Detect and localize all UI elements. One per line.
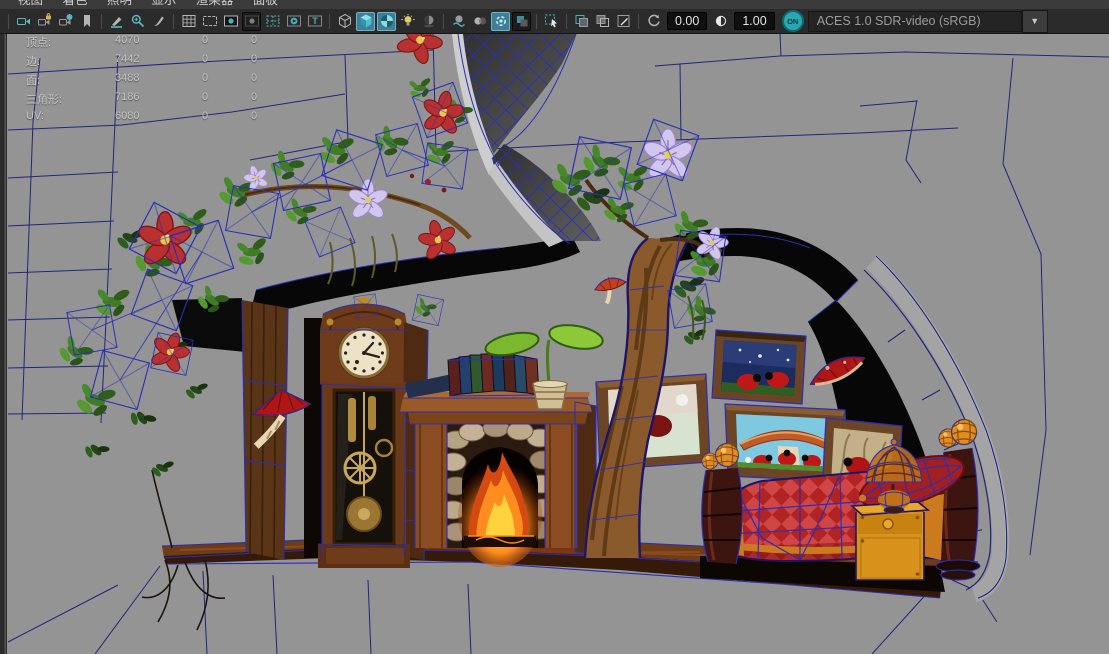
shadows-icon[interactable]	[419, 12, 438, 31]
toolbar-separator	[637, 14, 640, 29]
field-chart-icon[interactable]	[263, 12, 282, 31]
scene-canvas[interactable]	[0, 34, 1109, 654]
toolbar-separator	[7, 14, 10, 29]
image-plane-back-icon[interactable]	[593, 12, 612, 31]
menu-view[interactable]: 视图	[18, 0, 43, 8]
view-transform-dropdown[interactable]: ACES 1.0 SDR-video (sRGB)	[808, 11, 1022, 32]
grease-pencil-icon[interactable]	[107, 12, 126, 31]
menu-panels[interactable]: 面板	[253, 0, 278, 8]
safe-title-icon[interactable]: T	[305, 12, 324, 31]
grid-icon[interactable]	[179, 12, 198, 31]
paint-tool-icon[interactable]	[149, 12, 168, 31]
picture-nightsky-ladybugs[interactable]	[712, 330, 806, 404]
zoom-region-icon[interactable]	[128, 12, 147, 31]
menu-show[interactable]: 显示	[151, 0, 176, 8]
camera-select-icon[interactable]	[14, 12, 33, 31]
annotate-frame-icon[interactable]	[614, 12, 633, 31]
viewport-3d[interactable]: 顶点:407000 边:744200 面:348800 三角形:718600 U…	[0, 34, 1109, 654]
panel-toolbar: T 0.00 1.00 ON ACES 1.0 SDR-video (sRGB)…	[0, 9, 1109, 34]
toolbar-separator	[172, 14, 175, 29]
gamma-field[interactable]: 1.00	[734, 12, 774, 30]
toolbar-separator	[442, 14, 445, 29]
camera-attributes-icon[interactable]	[56, 12, 75, 31]
resolution-gate-icon[interactable]	[221, 12, 240, 31]
textured-mode-icon[interactable]	[377, 12, 396, 31]
menu-shading[interactable]: 着色	[62, 0, 87, 8]
gate-mask-icon[interactable]	[242, 12, 261, 31]
bookmark-icon[interactable]	[77, 12, 96, 31]
toolbar-separator	[565, 14, 568, 29]
smooth-shade-mode-icon[interactable]	[356, 12, 375, 31]
depth-peeling-icon[interactable]	[512, 12, 531, 31]
gamma-icon[interactable]	[711, 12, 730, 31]
grandfather-clock[interactable]	[318, 297, 428, 569]
color-management-toggle[interactable]: ON	[782, 10, 804, 32]
toolbar-separator	[535, 14, 538, 29]
nightstand[interactable]	[852, 502, 928, 580]
safe-action-icon[interactable]	[284, 12, 303, 31]
exposure-field[interactable]: 0.00	[667, 12, 707, 30]
exposure-icon[interactable]	[644, 12, 663, 31]
toolbar-separator	[328, 14, 331, 29]
ssao-icon[interactable]	[449, 12, 468, 31]
menu-lighting[interactable]: 照明	[107, 0, 132, 8]
panel-menubar: 视图 着色 照明 显示 渲染器 面板	[0, 0, 1109, 9]
fireplace[interactable]	[400, 392, 596, 567]
motion-blur-icon[interactable]	[470, 12, 489, 31]
dropdown-arrow-icon[interactable]: ▼	[1022, 10, 1048, 33]
left-wall-post[interactable]	[242, 300, 288, 560]
isolate-select-icon[interactable]	[542, 12, 561, 31]
anti-aliasing-icon[interactable]	[491, 12, 510, 31]
wireframe-mode-icon[interactable]	[335, 12, 354, 31]
menu-renderer[interactable]: 渲染器	[196, 0, 234, 8]
panel-left-edge	[0, 34, 7, 654]
toolbar-separator	[100, 14, 103, 29]
film-gate-icon[interactable]	[200, 12, 219, 31]
clock-shadow	[304, 318, 322, 558]
image-plane-front-icon[interactable]	[572, 12, 591, 31]
maya-viewport-window: 视图 着色 照明 显示 渲染器 面板 T	[0, 0, 1109, 654]
lock-camera-icon[interactable]	[35, 12, 54, 31]
svg-text:T: T	[312, 16, 318, 26]
lights-icon[interactable]	[398, 12, 417, 31]
